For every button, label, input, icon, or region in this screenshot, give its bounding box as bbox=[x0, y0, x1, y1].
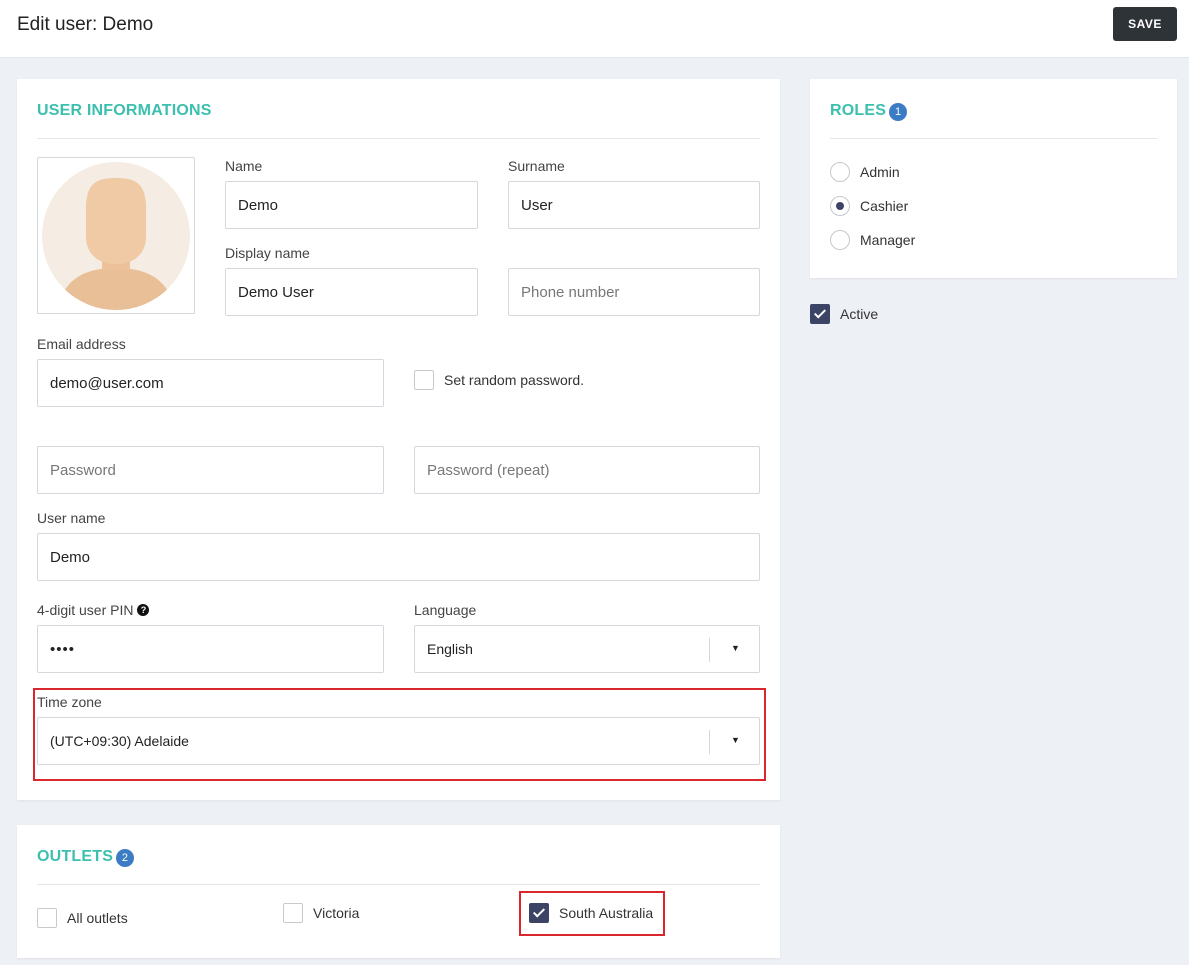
role-manager-radio[interactable] bbox=[830, 230, 850, 250]
username-input[interactable] bbox=[37, 533, 760, 581]
outlets-title-text: OUTLETS bbox=[37, 848, 114, 866]
save-button[interactable]: SAVE bbox=[1113, 7, 1177, 41]
user-informations-card: USER INFORMATIONS Name Surname Display n… bbox=[17, 79, 780, 800]
role-manager-label: Manager bbox=[860, 232, 916, 248]
select-separator bbox=[709, 730, 710, 754]
outlets-card: OUTLETS 2 All outlets Victoria South Aust… bbox=[17, 825, 780, 958]
help-icon[interactable]: ? bbox=[137, 604, 150, 617]
timezone-select[interactable]: (UTC+09:30) Adelaide ▼ bbox=[37, 717, 760, 765]
surname-input[interactable] bbox=[508, 181, 760, 229]
display-name-label: Display name bbox=[225, 245, 310, 261]
language-select[interactable]: English ▼ bbox=[414, 625, 760, 673]
chevron-down-icon[interactable]: ▼ bbox=[731, 735, 740, 745]
email-label: Email address bbox=[37, 336, 126, 352]
password-repeat-input[interactable] bbox=[414, 446, 760, 494]
outlet-victoria-checkbox[interactable] bbox=[283, 903, 303, 923]
divider bbox=[37, 884, 760, 885]
pin-label-text: 4-digit user PIN bbox=[37, 602, 134, 618]
name-label: Name bbox=[225, 158, 263, 174]
pin-label: 4-digit user PIN? bbox=[37, 602, 150, 618]
radio-dot bbox=[836, 202, 844, 210]
check-icon bbox=[532, 905, 546, 918]
divider bbox=[37, 138, 760, 139]
timezone-value: (UTC+09:30) Adelaide bbox=[50, 733, 189, 749]
active-label: Active bbox=[840, 306, 879, 322]
outlet-all-checkbox[interactable] bbox=[37, 908, 57, 928]
role-admin-radio[interactable] bbox=[830, 162, 850, 182]
surname-label: Surname bbox=[508, 158, 565, 174]
username-label: User name bbox=[37, 510, 106, 526]
name-input[interactable] bbox=[225, 181, 478, 229]
select-separator bbox=[709, 638, 710, 662]
outlet-south-australia-label: South Australia bbox=[559, 905, 654, 921]
roles-title-text: ROLES bbox=[830, 102, 887, 120]
roles-title: ROLES 1 bbox=[830, 102, 908, 121]
password-input[interactable] bbox=[37, 446, 384, 494]
top-bar: Edit user: Demo SAVE bbox=[0, 0, 1189, 58]
avatar[interactable] bbox=[37, 157, 195, 314]
timezone-label: Time zone bbox=[37, 694, 102, 710]
pin-input[interactable] bbox=[37, 625, 384, 673]
outlet-all-label: All outlets bbox=[67, 910, 128, 926]
role-admin-label: Admin bbox=[860, 164, 900, 180]
phone-number-input[interactable] bbox=[508, 268, 760, 316]
outlets-title: OUTLETS 2 bbox=[37, 848, 135, 867]
display-name-input[interactable] bbox=[225, 268, 478, 316]
email-input[interactable] bbox=[37, 359, 384, 407]
outlet-victoria-label: Victoria bbox=[313, 905, 360, 921]
chevron-down-icon[interactable]: ▼ bbox=[731, 643, 740, 653]
check-icon bbox=[813, 306, 827, 319]
role-cashier-label: Cashier bbox=[860, 198, 909, 214]
divider bbox=[830, 138, 1157, 139]
user-informations-title: USER INFORMATIONS bbox=[37, 102, 212, 119]
language-value: English bbox=[427, 641, 473, 657]
random-password-checkbox[interactable] bbox=[414, 370, 434, 390]
language-label: Language bbox=[414, 602, 477, 618]
roles-card: ROLES 1 Admin Cashier Manager bbox=[810, 79, 1177, 278]
role-cashier-radio[interactable] bbox=[830, 196, 850, 216]
page-title: Edit user: Demo bbox=[17, 14, 154, 35]
random-password-label: Set random password. bbox=[444, 372, 585, 388]
roles-count-badge: 1 bbox=[889, 103, 908, 121]
outlet-south-australia-checkbox[interactable] bbox=[529, 903, 549, 923]
active-checkbox[interactable] bbox=[810, 304, 830, 324]
avatar-placeholder-icon bbox=[42, 162, 190, 310]
outlets-count-badge: 2 bbox=[116, 849, 135, 867]
